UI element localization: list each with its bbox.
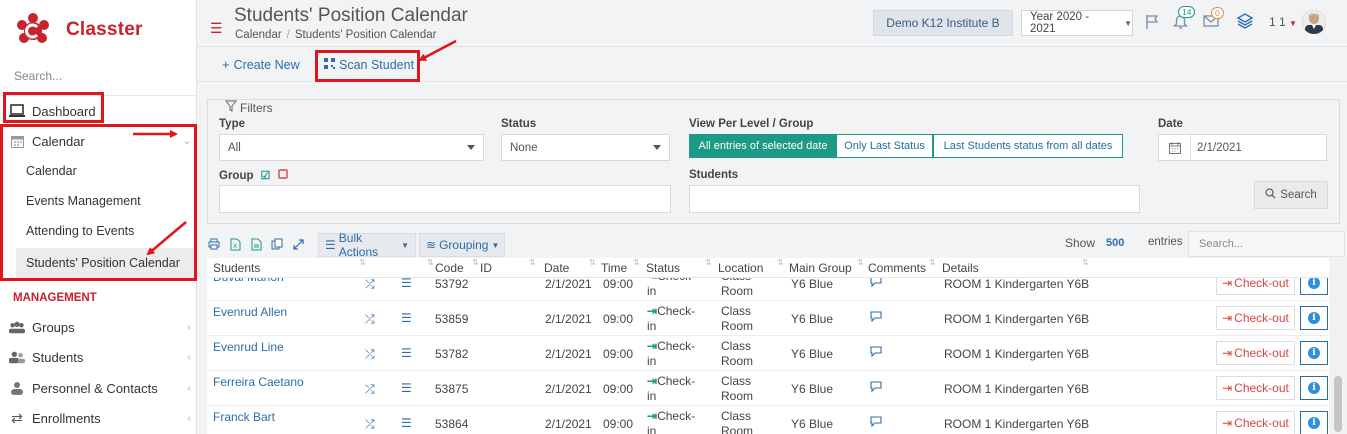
annotation-arrows	[133, 39, 457, 256]
